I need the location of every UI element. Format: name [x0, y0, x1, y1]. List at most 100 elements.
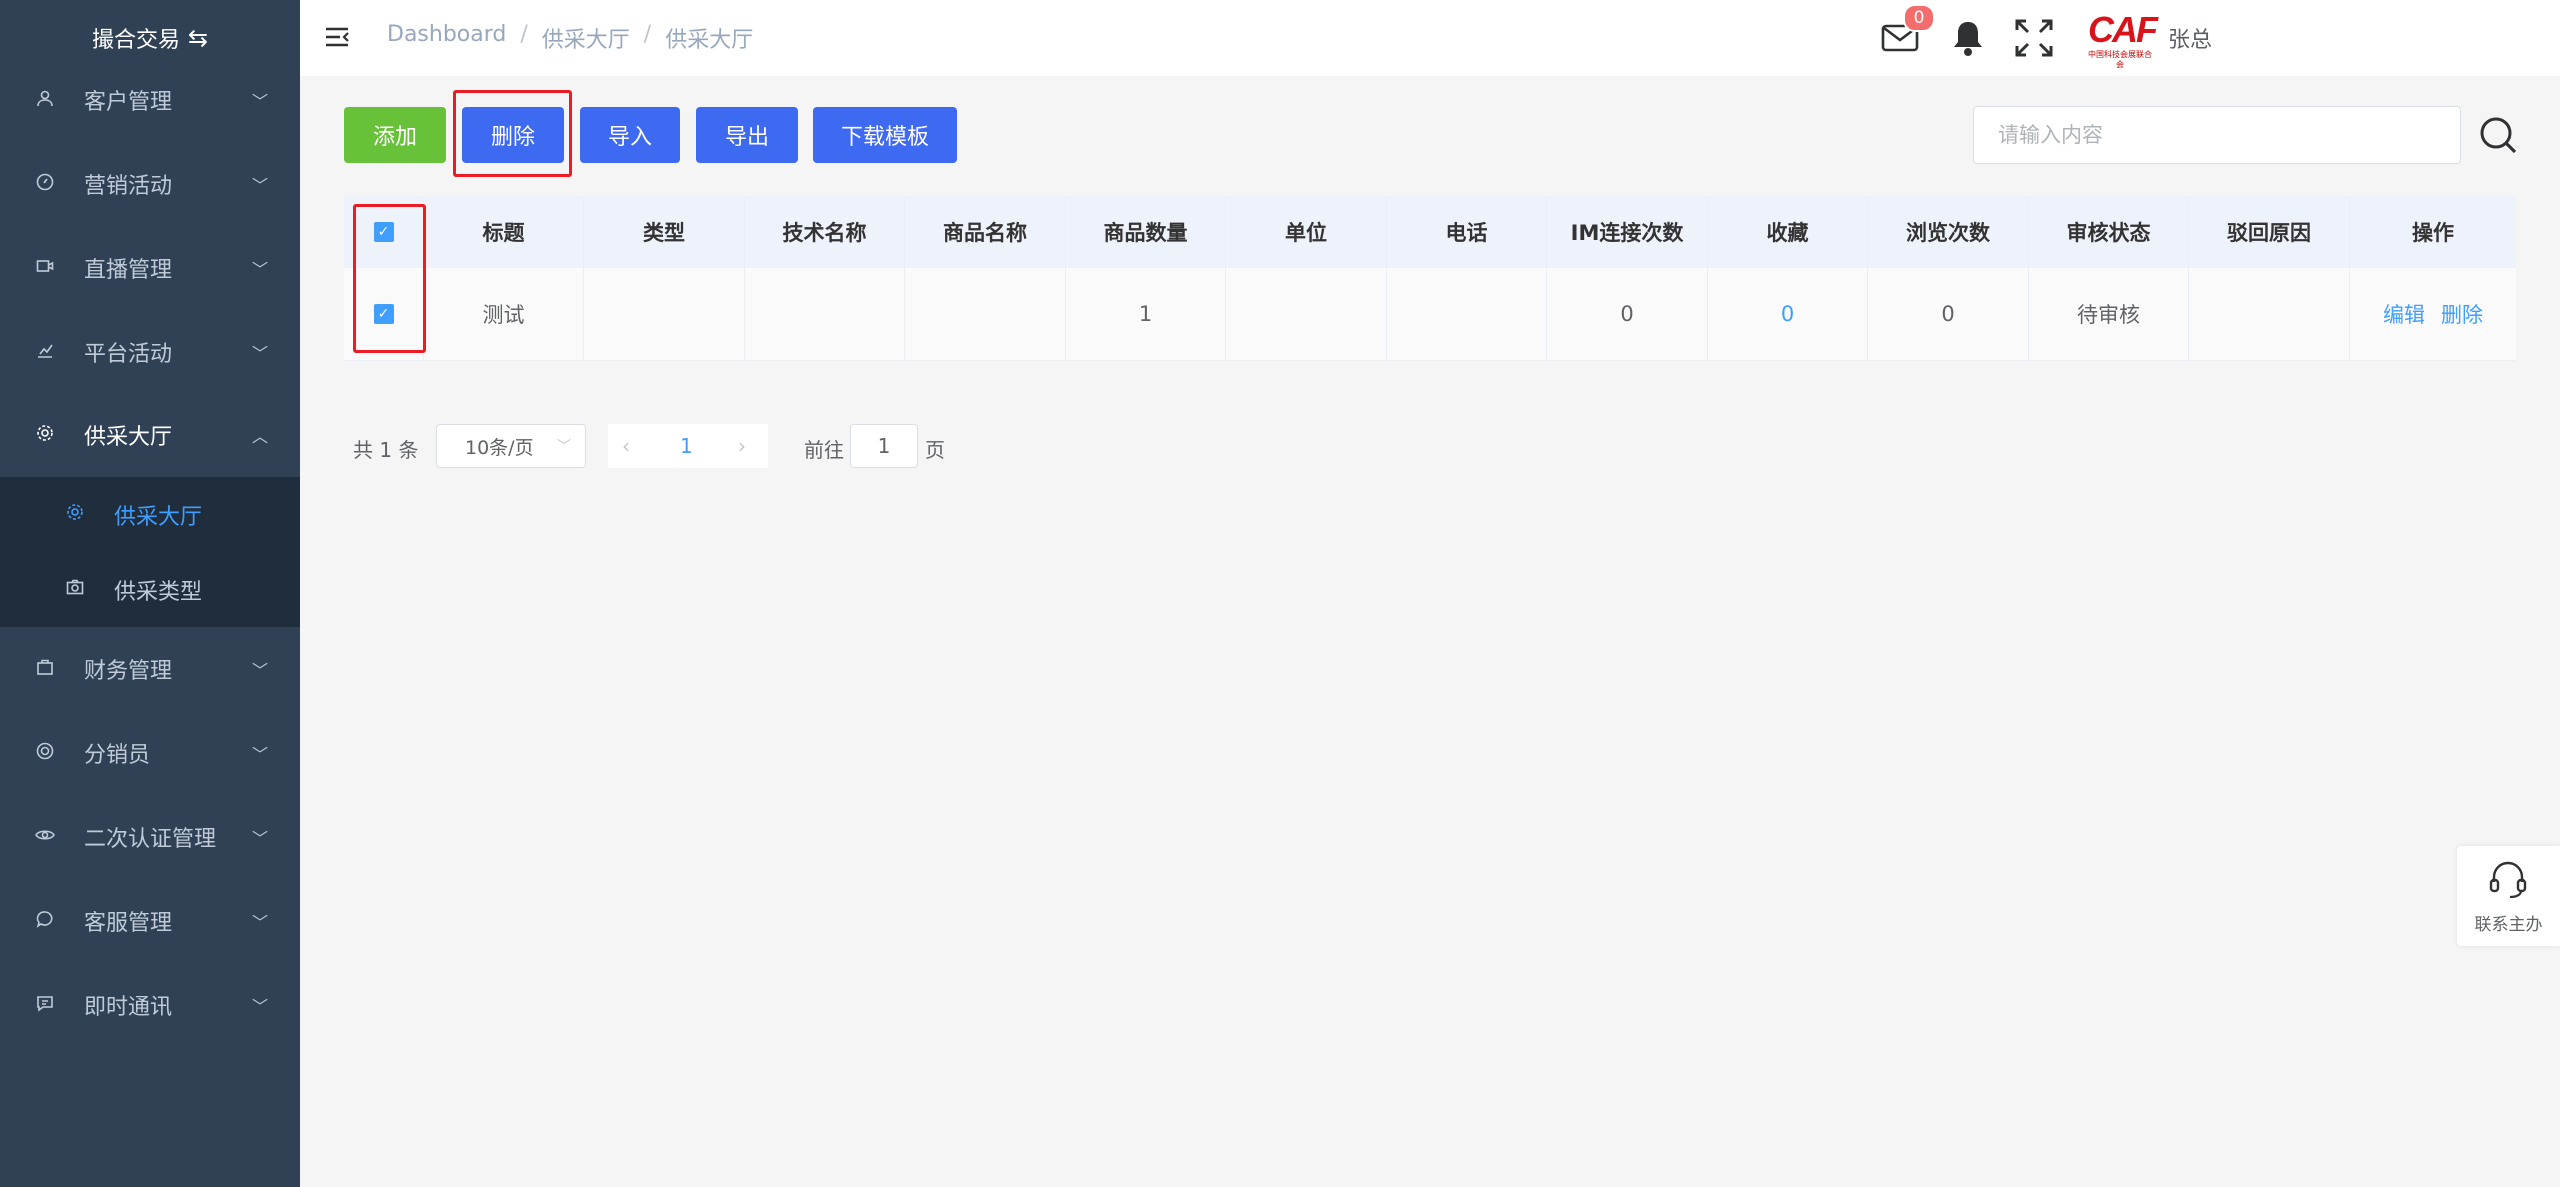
logo-subtext: 中国科技会展联合会 — [2088, 50, 2152, 69]
cell-title: 测试 — [424, 268, 584, 360]
highlight-box-checkboxes — [353, 204, 426, 353]
sidebar-item-marketing[interactable]: 营销活动 ﹀ — [0, 142, 300, 226]
highlight-box-delete — [453, 90, 572, 177]
sidebar-item-label: 客户管理 — [84, 90, 173, 115]
cell-unit — [1226, 268, 1387, 360]
gear-icon — [63, 503, 87, 526]
chevron-down-icon: ﹀ — [252, 92, 269, 111]
cell-actions: 编辑 删除 — [2350, 268, 2516, 360]
next-page-button[interactable]: › — [738, 434, 746, 458]
logo-mark: CAF — [2088, 9, 2158, 50]
column-header[interactable]: 收藏 — [1708, 196, 1868, 268]
cell-status: 待审核 — [2029, 268, 2189, 360]
breadcrumb-separator: / — [643, 22, 652, 47]
chevron-up-icon: ︿ — [252, 427, 269, 446]
submenu-item-procurement-hall[interactable]: 供采大厅 — [0, 477, 300, 552]
brand-title: 撮合交易 — [91, 28, 180, 53]
compass-icon — [33, 173, 57, 196]
column-header[interactable]: 审核状态 — [2029, 196, 2189, 268]
column-header[interactable]: 商品数量 — [1066, 196, 1226, 268]
chevron-down-icon: ﹀ — [252, 176, 269, 195]
sidebar-item-label: 分销员 — [84, 743, 151, 768]
sidebar-item-procurement-hall[interactable]: 供采大厅 ︿ — [0, 393, 300, 477]
sidebar-item-customer-service[interactable]: 客服管理 ﹀ — [0, 879, 300, 963]
sidebar-item-platform-activity[interactable]: 平台活动 ﹀ — [0, 310, 300, 394]
column-header[interactable]: 类型 — [584, 196, 745, 268]
breadcrumb-item-current: 供采大厅 — [665, 28, 754, 53]
sidebar-item-live[interactable]: 直播管理 ﹀ — [0, 226, 300, 310]
edit-link[interactable]: 编辑 — [2383, 299, 2425, 329]
menu-fold-icon[interactable] — [324, 24, 350, 50]
column-header[interactable]: 商品名称 — [905, 196, 1066, 268]
prev-page-button[interactable]: ‹ — [622, 434, 630, 458]
chevron-down-icon: ﹀ — [252, 661, 269, 680]
column-header[interactable]: 浏览次数 — [1868, 196, 2029, 268]
sidebar-item-label: 财务管理 — [84, 659, 173, 684]
video-icon — [33, 257, 57, 280]
contact-organizer-button[interactable]: 联系主办 — [2457, 846, 2560, 946]
favorites-link[interactable]: 0 — [1781, 302, 1794, 326]
search-input[interactable] — [1973, 106, 2461, 164]
chevron-down-icon: ﹀ — [252, 344, 269, 363]
export-button[interactable]: 导出 — [696, 107, 798, 163]
column-header[interactable]: IM连接次数 — [1547, 196, 1708, 268]
page-size-select[interactable]: 10条/页 ﹀ — [436, 424, 586, 468]
cell-phone — [1387, 268, 1547, 360]
cell-reject-reason — [2189, 268, 2350, 360]
breadcrumb-separator: / — [520, 22, 528, 47]
chevron-down-icon: ﹀ — [557, 439, 571, 455]
switch-icon[interactable]: ⇆ — [188, 24, 208, 52]
user-name[interactable]: 张总 — [2168, 22, 2212, 54]
column-header[interactable]: 电话 — [1387, 196, 1547, 268]
submenu-item-label: 供采类型 — [114, 579, 203, 605]
top-header: Dashboard / 供采大厅 / 供采大厅 — [300, 0, 2560, 76]
table-header-row: ✓ 标题 类型 技术名称 商品名称 商品数量 单位 电话 IM连接次数 收藏 浏… — [344, 196, 2516, 268]
breadcrumb-item[interactable]: 供采大厅 — [542, 22, 630, 54]
chevron-down-icon: ﹀ — [252, 913, 269, 932]
column-header[interactable]: 驳回原因 — [2189, 196, 2350, 268]
user-icon — [33, 89, 57, 112]
submenu-item-label: 供采大厅 — [114, 504, 203, 530]
sidebar-item-label: 营销活动 — [84, 174, 173, 199]
chevron-down-icon: ﹀ — [252, 997, 269, 1016]
sidebar-item-label: 直播管理 — [84, 258, 173, 283]
chat-icon — [33, 910, 57, 933]
bell-icon[interactable] — [1950, 18, 1986, 58]
chevron-down-icon: ﹀ — [252, 829, 269, 848]
page-number-current[interactable]: 1 — [680, 434, 693, 458]
cell-tech-name — [745, 268, 905, 360]
pagination-nav: ‹ 1 › — [608, 424, 768, 468]
cell-product-name — [905, 268, 1066, 360]
sidebar-item-distributor[interactable]: 分销员 ﹀ — [0, 711, 300, 795]
breadcrumb: Dashboard / 供采大厅 / 供采大厅 — [387, 22, 753, 54]
cell-im-count: 0 — [1547, 268, 1708, 360]
sidebar-item-finance[interactable]: 财务管理 ﹀ — [0, 627, 300, 711]
column-header[interactable]: 单位 — [1226, 196, 1387, 268]
column-header[interactable]: 技术名称 — [745, 196, 905, 268]
sidebar-item-customers[interactable]: 客户管理 ﹀ — [0, 58, 300, 142]
message-icon — [33, 994, 57, 1017]
delete-link[interactable]: 删除 — [2441, 299, 2483, 329]
search-icon[interactable] — [2478, 115, 2518, 155]
sidebar: 撮合交易 ⇆ 客户管理 ﹀ 营销活动 ﹀ 直播管理 ﹀ 平台活动 ﹀ 供采大厅 — [0, 0, 300, 1187]
import-button[interactable]: 导入 — [580, 107, 680, 163]
submenu-item-procurement-type[interactable]: 供采类型 — [0, 552, 300, 627]
goto-page-input[interactable] — [850, 424, 918, 468]
sidebar-item-label: 二次认证管理 — [84, 827, 217, 852]
mail-count-badge: 0 — [1903, 4, 1935, 32]
download-template-button[interactable]: 下载模板 — [813, 107, 957, 163]
fullscreen-icon[interactable] — [2014, 18, 2054, 58]
table-row[interactable]: ✓ 测试 1 0 0 0 待审核 编辑 删除 — [344, 268, 2516, 361]
gear-icon — [33, 424, 57, 447]
pagination-total: 共 1 条 — [353, 438, 419, 462]
add-button[interactable]: 添加 — [344, 107, 446, 163]
breadcrumb-item[interactable]: Dashboard — [387, 22, 506, 54]
chart-icon — [33, 341, 57, 364]
eye-icon — [33, 826, 57, 849]
briefcase-icon — [33, 658, 57, 681]
headset-icon — [2489, 861, 2527, 899]
sidebar-item-label: 平台活动 — [84, 342, 173, 367]
column-header[interactable]: 标题 — [424, 196, 584, 268]
sidebar-item-secondary-auth[interactable]: 二次认证管理 ﹀ — [0, 795, 300, 879]
sidebar-item-instant-message[interactable]: 即时通讯 ﹀ — [0, 963, 300, 1047]
